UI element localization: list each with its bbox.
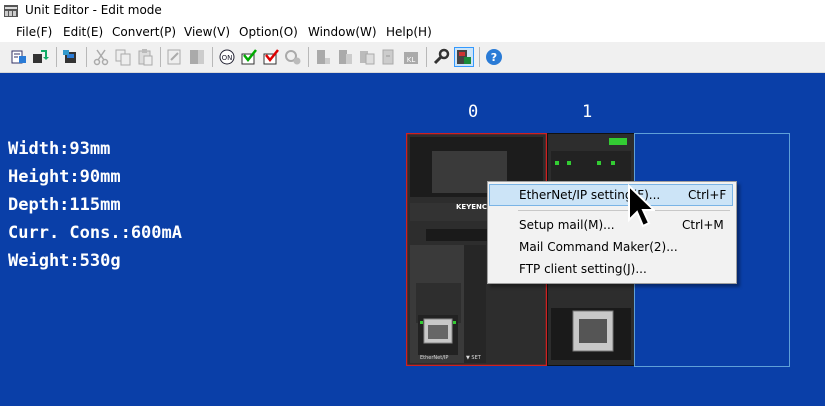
wrench-icon[interactable] <box>432 48 450 66</box>
unit0-port-label: EtherNet/IP <box>420 355 449 361</box>
menu-separator <box>518 210 730 211</box>
new-unit-icon[interactable] <box>10 48 28 66</box>
menu-help[interactable]: Help(H) <box>386 25 432 39</box>
menu-item-mail-command-maker[interactable]: Mail Command Maker(2)... <box>490 237 732 257</box>
verify-icon[interactable] <box>262 48 280 66</box>
mouse-cursor-icon <box>628 184 655 228</box>
download-icon[interactable] <box>380 48 398 66</box>
menu-view[interactable]: View(V) <box>184 25 230 39</box>
window-title: Unit Editor - Edit mode <box>25 3 162 17</box>
menu-item-ethernet-ip-setting[interactable]: EtherNet/IP setting(F)... Ctrl+F <box>489 184 733 206</box>
help-icon[interactable]: ? <box>485 48 503 66</box>
svg-text:?: ? <box>491 51 497 64</box>
open-icon[interactable] <box>31 48 49 66</box>
spec-width: Width:93mm <box>8 139 111 159</box>
cut-icon[interactable] <box>92 48 110 66</box>
kl-icon[interactable]: KL <box>402 48 420 66</box>
spec-depth: Depth:115mm <box>8 195 121 215</box>
monitor-icon[interactable]: ON <box>218 48 236 66</box>
slot-label-0: 0 <box>468 102 479 122</box>
menu-file[interactable]: File(F) <box>16 25 52 39</box>
svg-text:KL: KL <box>407 56 416 64</box>
title-bar: Unit Editor - Edit mode <box>0 0 825 22</box>
menu-item-setup-mail[interactable]: Setup mail(M)... Ctrl+M <box>490 215 732 235</box>
transfer-icon[interactable] <box>62 48 80 66</box>
disconnect-icon[interactable] <box>284 48 302 66</box>
context-menu: EtherNet/IP setting(F)... Ctrl+F Setup m… <box>487 181 737 284</box>
write-icon[interactable] <box>336 48 354 66</box>
spec-current-consumption: Curr. Cons.:600mA <box>8 223 182 243</box>
slot-label-1: 1 <box>582 102 593 122</box>
menu-window[interactable]: Window(W) <box>308 25 377 39</box>
menu-edit[interactable]: Edit(E) <box>63 25 103 39</box>
menu-convert[interactable]: Convert(P) <box>112 25 176 39</box>
spec-weight: Weight:530g <box>8 251 121 271</box>
delete-icon[interactable] <box>188 48 206 66</box>
copy-icon[interactable] <box>114 48 132 66</box>
app-icon <box>4 5 18 17</box>
toolbar: ON KL ? <box>0 42 825 73</box>
paste-icon[interactable] <box>136 48 154 66</box>
check-icon[interactable] <box>240 48 258 66</box>
svg-text:ON: ON <box>222 54 233 62</box>
menu-item-ftp-client-setting[interactable]: FTP client setting(J)... <box>490 259 732 279</box>
unit-setting-icon[interactable] <box>454 47 474 67</box>
menu-bar: File(F) Edit(E) Convert(P) View(V) Optio… <box>0 22 825 42</box>
spec-height: Height:90mm <box>8 167 121 187</box>
read-icon[interactable] <box>314 48 332 66</box>
menu-option[interactable]: Option(O) <box>239 25 298 39</box>
compare-icon[interactable] <box>358 48 376 66</box>
edit-icon[interactable] <box>166 48 184 66</box>
unit0-arrow-label: ▼ SET <box>466 355 481 361</box>
